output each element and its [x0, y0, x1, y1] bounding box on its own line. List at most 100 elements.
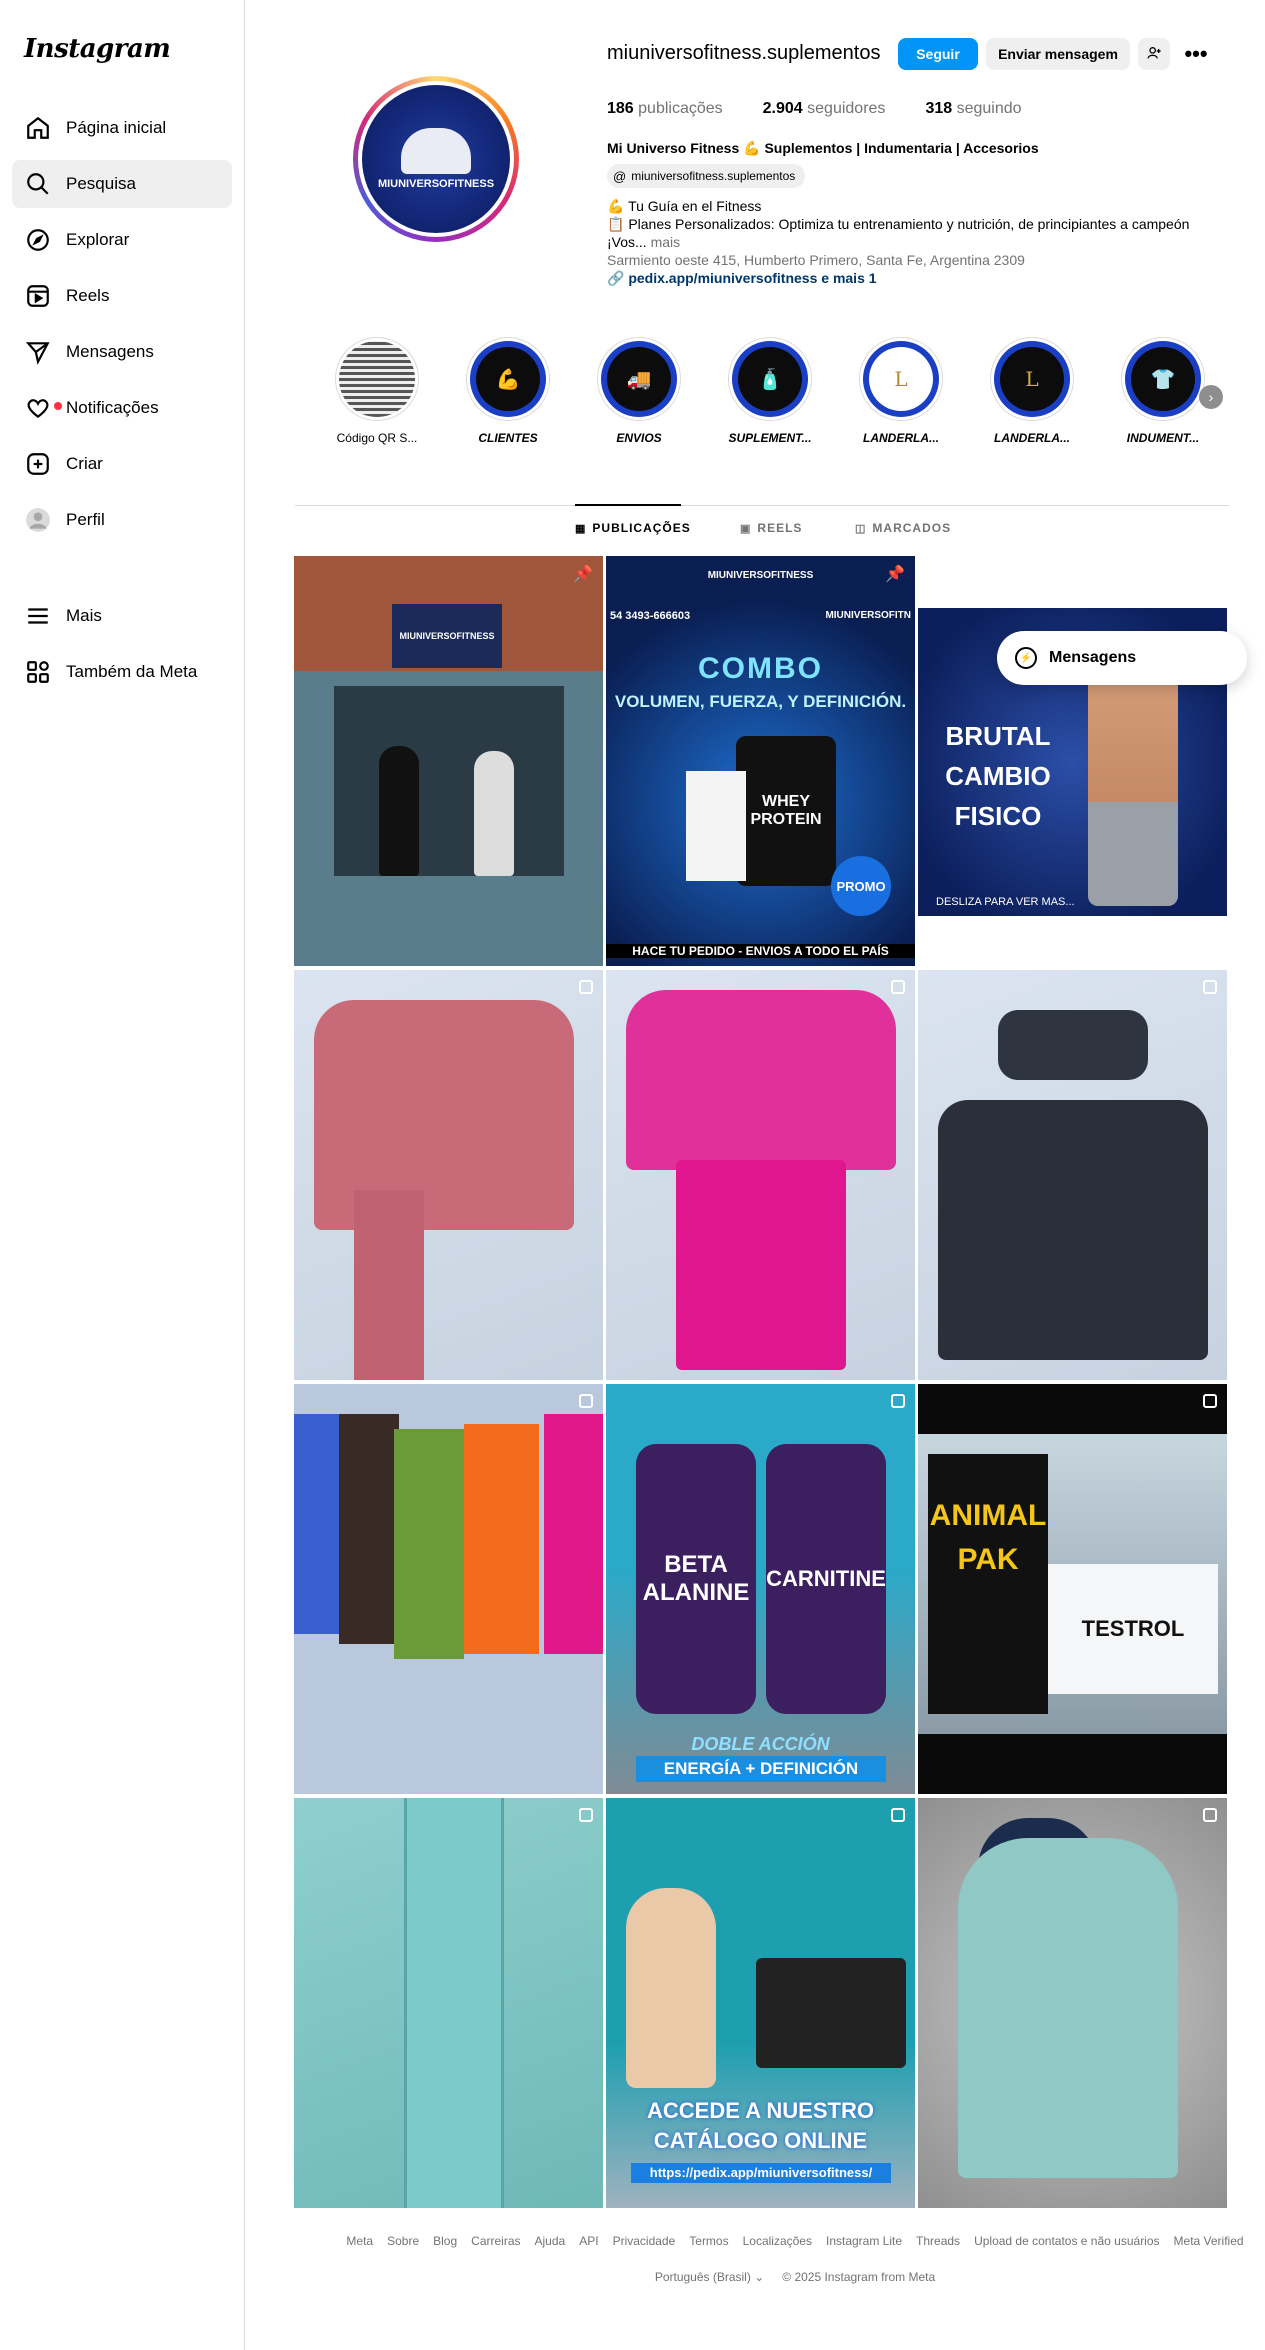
reels-icon [24, 282, 52, 310]
send-message-button[interactable]: Enviar mensagem [986, 38, 1130, 70]
footer-link[interactable]: Meta Verified [1174, 2234, 1244, 2248]
bio-link[interactable]: pedix.app/miuniversofitness e mais 1 [628, 270, 876, 286]
sidebar-item-notifications[interactable]: Notificações [12, 384, 232, 432]
supplement-jar: BETA ALANINE [636, 1444, 756, 1714]
sidebar-item-profile[interactable]: Perfil [12, 496, 232, 544]
floating-messages-label: Mensagens [1049, 649, 1137, 666]
language-selector[interactable]: Português (Brasil) ⌄ [655, 2270, 764, 2284]
bio-more-link[interactable]: mais [651, 234, 681, 250]
truck-icon: 🚚 [607, 347, 671, 411]
highlight-label: LANDERLA... [994, 431, 1070, 445]
posts-count[interactable]: 186 publicações [607, 100, 723, 118]
post-tile[interactable] [918, 1798, 1227, 2208]
storefront-window [334, 686, 564, 876]
footer-link[interactable]: Localizações [743, 2234, 812, 2248]
bodysuit-image [544, 1414, 603, 1654]
highlight-label: INDUMENT... [1126, 431, 1200, 445]
post-tile[interactable] [294, 1384, 603, 1794]
post-tile[interactable]: BRUTAL CAMBIO FISICO DESLIZA PARA VER MA… [918, 556, 1227, 966]
suggest-user-button[interactable] [1138, 38, 1170, 70]
highlight-label: Código QR S... [336, 431, 418, 445]
sidebar-item-home[interactable]: Página inicial [12, 104, 232, 152]
highlights-next-button[interactable]: › [1199, 385, 1223, 409]
sidebar-item-create[interactable]: Criar [12, 440, 232, 488]
post-url: https://pedix.app/miuniversofitness/ [631, 2163, 891, 2183]
carousel-icon [579, 1394, 593, 1408]
profile-avatar[interactable]: MIUNIVERSOFITNESS [353, 76, 519, 242]
copyright: © 2025 Instagram from Meta [782, 2270, 936, 2284]
grid-icon: ▦ [575, 522, 587, 535]
reels-icon: ▣ [740, 522, 752, 535]
sidebar-item-reels[interactable]: Reels [12, 272, 232, 320]
following-count[interactable]: 318 seguindo [925, 100, 1021, 118]
carousel-icon [891, 1394, 905, 1408]
sidebar-item-more[interactable]: Mais [12, 592, 232, 640]
sidebar-item-explore[interactable]: Explorar [12, 216, 232, 264]
highlight-item[interactable]: 🚚 ENVIOS [593, 337, 685, 445]
bio-address[interactable]: Sarmiento oeste 415, Humberto Primero, S… [607, 252, 1025, 268]
carousel-icon [891, 980, 905, 994]
following-label: seguindo [956, 100, 1022, 117]
sidebar-item-label: Criar [66, 454, 103, 473]
highlight-item[interactable]: L LANDERLA... [855, 337, 947, 445]
post-tile[interactable]: ACCEDE A NUESTRO CATÁLOGO ONLINE https:/… [606, 1798, 915, 2208]
footer-link[interactable]: Instagram Lite [826, 2234, 902, 2248]
footer-link[interactable]: Sobre [387, 2234, 419, 2248]
footer-link[interactable]: Upload de contatos e não usuários [974, 2234, 1159, 2248]
post-tile[interactable]: ANIMAL PAK TESTROL [918, 1384, 1227, 1794]
footer-link[interactable]: Meta [346, 2234, 373, 2248]
avatar-icon [24, 506, 52, 534]
carousel-icon [1203, 1394, 1217, 1408]
footer-link[interactable]: Ajuda [535, 2234, 566, 2248]
post-caption: ENERGÍA + DEFINICIÓN [636, 1756, 886, 1782]
tab-tagged[interactable]: ◫ MARCADOS [855, 521, 951, 535]
top-image [626, 990, 896, 1170]
reel-icon [579, 1808, 593, 1822]
more-options-button[interactable]: ••• [1180, 38, 1212, 70]
tab-reels[interactable]: ▣ REELS [740, 521, 802, 535]
highlight-item[interactable]: L LANDERLA... [986, 337, 1078, 445]
footer-link[interactable]: Blog [433, 2234, 457, 2248]
highlight-item[interactable]: 🧴 SUPLEMENT... [724, 337, 816, 445]
floating-messages-button[interactable]: ⚡ Mensagens [997, 631, 1247, 685]
sidebar-item-search[interactable]: Pesquisa [12, 160, 232, 208]
bio-line-1: 💪 Tu Guía en el Fitness [607, 198, 762, 214]
post-tile[interactable]: MIUNIVERSOFITNESS 54 3493-666603 MIUNIVE… [606, 556, 915, 966]
sidebar-item-messages[interactable]: Mensagens [12, 328, 232, 376]
threads-icon: @ [613, 168, 627, 184]
followers-count[interactable]: 2.904 seguidores [763, 100, 886, 118]
post-tile[interactable] [918, 970, 1227, 1380]
instagram-logo[interactable]: Instagram [24, 34, 171, 64]
post-tile[interactable] [294, 970, 603, 1380]
supplement-box: TESTROL [1048, 1564, 1218, 1694]
post-tile[interactable]: MIUNIVERSOFITNESS 📌 [294, 556, 603, 966]
footer-link[interactable]: Threads [916, 2234, 960, 2248]
jacket-image [938, 1100, 1208, 1360]
footer-link[interactable]: Carreiras [471, 2234, 520, 2248]
footer-link[interactable]: Termos [689, 2234, 728, 2248]
highlight-item[interactable]: 💪 CLIENTES [462, 337, 554, 445]
pin-icon: 📌 [885, 566, 905, 583]
bio-link-row[interactable]: 🔗 pedix.app/miuniversofitness e mais 1 [607, 270, 877, 287]
ellipsis-icon: ••• [1184, 41, 1208, 66]
footer-link[interactable]: Privacidade [613, 2234, 676, 2248]
post-footer: DESLIZA PARA VER MAS... [936, 896, 1075, 908]
tab-label: REELS [757, 521, 803, 535]
footer-link[interactable]: API [579, 2234, 598, 2248]
carousel-icon [1203, 1808, 1217, 1822]
threads-badge[interactable]: @ miuniversofitness.suplementos [607, 164, 806, 188]
post-tile[interactable]: BETA ALANINE CARNITINE DOBLE ACCIÓN ENER… [606, 1384, 915, 1794]
supplement-box [686, 771, 746, 881]
highlight-item[interactable]: 👕 INDUMENT... [1117, 337, 1209, 445]
post-tile[interactable] [606, 970, 915, 1380]
post-title: COMBO [698, 652, 823, 685]
footer: Meta Sobre Blog Carreiras Ajuda API Priv… [245, 2234, 1265, 2284]
highlight-item[interactable]: Código QR S... [331, 337, 423, 445]
post-subtitle: VOLUMEN, FUERZA, Y DEFINICIÓN. [614, 692, 907, 711]
tab-posts[interactable]: ▦ PUBLICAÇÕES [575, 521, 691, 535]
sidebar-item-meta[interactable]: Também da Meta [12, 648, 232, 696]
follow-button[interactable]: Seguir [898, 38, 978, 70]
heart-icon [24, 394, 62, 422]
post-tile[interactable] [294, 1798, 603, 2208]
post-handle: MIUNIVERSOFITN [825, 610, 911, 621]
